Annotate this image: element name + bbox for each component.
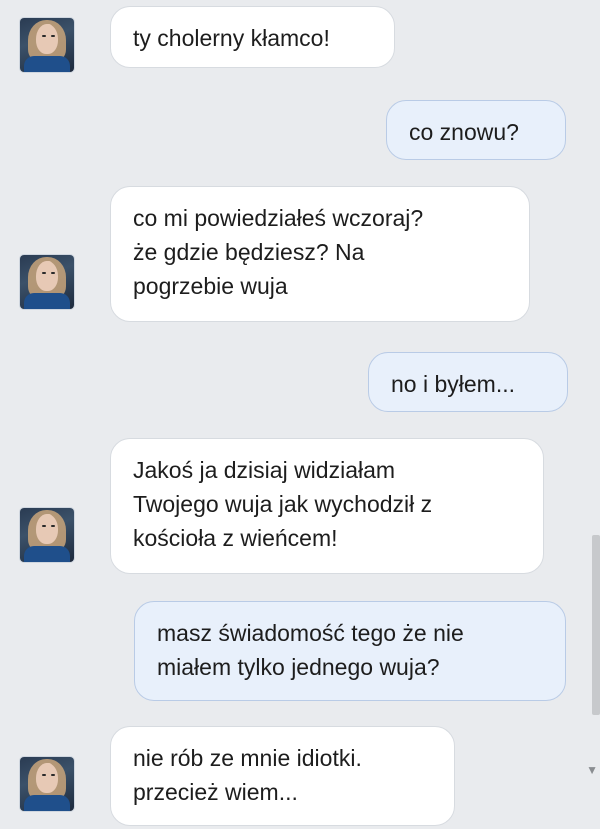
message-line: miałem tylko jednego wuja? — [157, 654, 440, 680]
avatar[interactable] — [20, 508, 74, 562]
chevron-down-icon[interactable]: ▼ — [586, 763, 598, 777]
message-line: że gdzie będziesz? Na — [133, 239, 365, 265]
message-line: Jakoś ja dzisiaj widziałam — [133, 457, 396, 483]
outgoing-message-bubble: no i byłem... — [368, 352, 568, 412]
message-line: pogrzebie wuja — [133, 273, 288, 299]
avatar[interactable] — [20, 255, 74, 309]
incoming-message-bubble: Jakoś ja dzisiaj widziałam Twojego wuja … — [110, 438, 544, 574]
message-line: co znowu? — [409, 119, 519, 145]
outgoing-message-bubble: co znowu? — [386, 100, 566, 160]
avatar[interactable] — [20, 18, 74, 72]
message-line: kościoła z wieńcem! — [133, 525, 338, 551]
message-line: no i byłem... — [391, 371, 515, 397]
incoming-message-bubble: co mi powiedziałeś wczoraj? że gdzie będ… — [110, 186, 530, 322]
outgoing-message-bubble: masz świadomość tego że nie miałem tylko… — [134, 601, 566, 701]
avatar[interactable] — [20, 757, 74, 811]
scrollbar[interactable] — [592, 535, 600, 715]
incoming-message-bubble: nie rób ze mnie idiotki. przecież wiem..… — [110, 726, 455, 826]
message-line: ty cholerny kłamco! — [133, 25, 330, 51]
incoming-message-bubble: ty cholerny kłamco! — [110, 6, 395, 68]
message-line: co mi powiedziałeś wczoraj? — [133, 205, 424, 231]
message-line: Twojego wuja jak wychodził z — [133, 491, 433, 517]
message-line: masz świadomość tego że nie — [157, 620, 464, 646]
message-line: przecież wiem... — [133, 779, 298, 805]
message-line: nie rób ze mnie idiotki. — [133, 745, 362, 771]
chat-thread: ty cholerny kłamco! co znowu? co mi powi… — [0, 0, 600, 829]
